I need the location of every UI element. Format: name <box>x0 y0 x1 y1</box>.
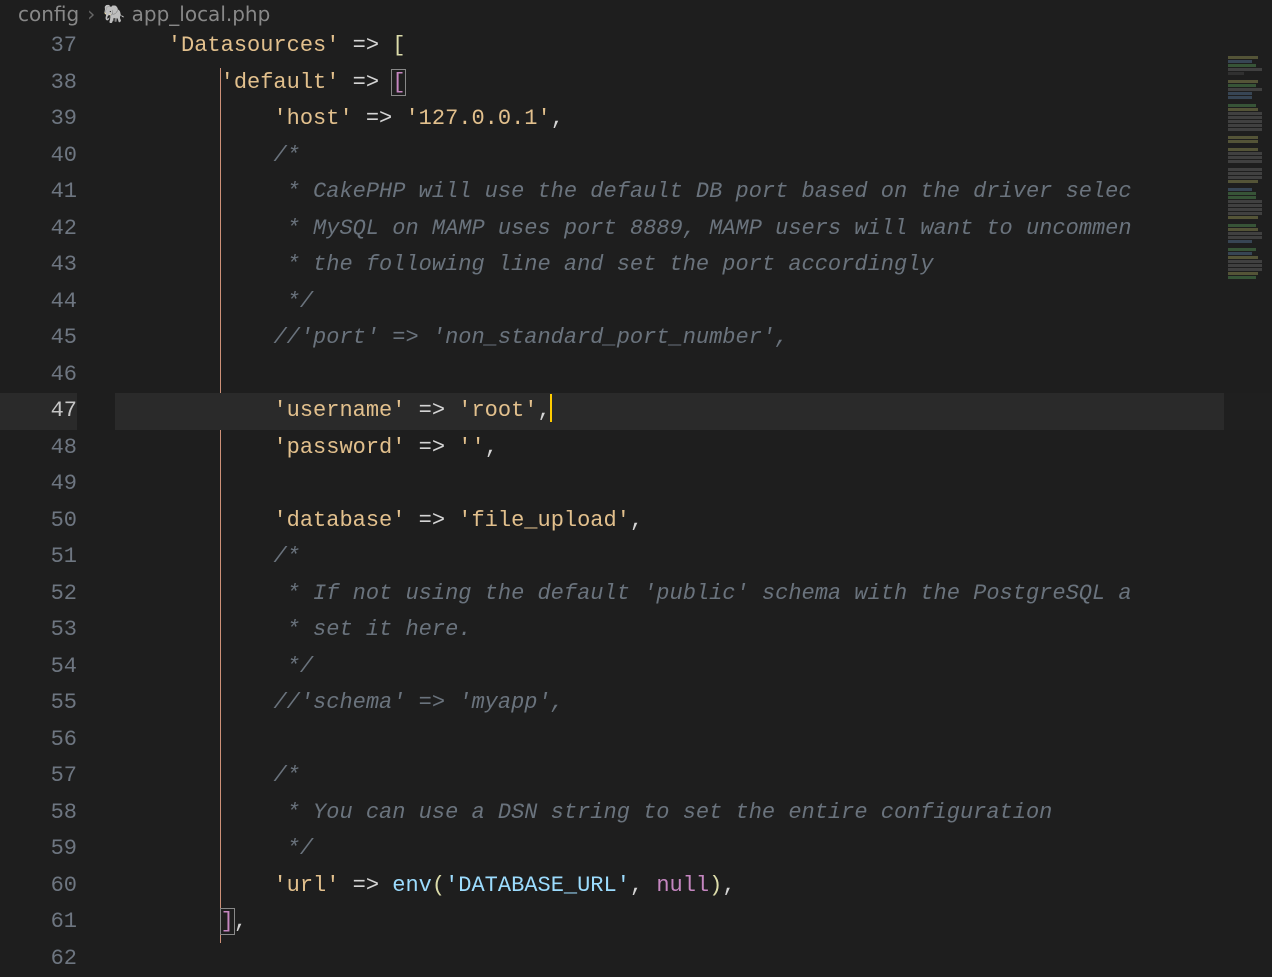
code-line[interactable]: 'Datasources' => [ <box>115 28 1272 65</box>
line-number[interactable]: 37 <box>0 28 77 65</box>
string-value: 'root' <box>458 398 537 423</box>
code-line-active[interactable]: 'username' => 'root', <box>115 393 1272 430</box>
code-line[interactable] <box>115 941 1272 961</box>
array-key: 'host' <box>273 106 352 131</box>
code-line[interactable]: */ <box>115 649 1272 686</box>
code-line[interactable]: //'schema' => 'myapp', <box>115 685 1272 722</box>
code-line[interactable]: /* <box>115 539 1272 576</box>
line-number[interactable]: 38 <box>0 65 77 102</box>
code-line[interactable] <box>115 357 1272 394</box>
comment: /* <box>273 763 299 788</box>
line-number[interactable]: 48 <box>0 430 77 467</box>
code-area[interactable]: 'Datasources' => [ 'default' => [ 'host'… <box>115 28 1272 960</box>
breadcrumb-folder[interactable]: config <box>18 2 79 26</box>
line-number[interactable]: 54 <box>0 649 77 686</box>
code-line[interactable]: /* <box>115 758 1272 795</box>
line-number[interactable]: 61 <box>0 904 77 941</box>
array-key: 'default' <box>221 70 340 95</box>
code-line[interactable] <box>115 466 1272 503</box>
line-number[interactable]: 51 <box>0 539 77 576</box>
line-number[interactable]: 53 <box>0 612 77 649</box>
minimap[interactable] <box>1224 56 1272 960</box>
breadcrumb[interactable]: config › 🐘 app_local.php <box>0 0 1272 28</box>
code-line[interactable] <box>115 722 1272 759</box>
array-key: 'password' <box>273 435 405 460</box>
line-number[interactable]: 44 <box>0 284 77 321</box>
line-number[interactable]: 60 <box>0 868 77 905</box>
line-number[interactable]: 59 <box>0 831 77 868</box>
line-number[interactable]: 47 <box>0 393 77 430</box>
comment: /* <box>273 143 299 168</box>
line-number[interactable]: 41 <box>0 174 77 211</box>
code-editor[interactable]: 3738394041424344454647484950515253545556… <box>0 28 1272 960</box>
comment: * CakePHP will use the default DB port b… <box>273 179 1131 204</box>
line-number[interactable]: 46 <box>0 357 77 394</box>
code-line[interactable]: 'default' => [ <box>115 65 1272 102</box>
comment: * If not using the default 'public' sche… <box>273 581 1131 606</box>
line-number[interactable]: 43 <box>0 247 77 284</box>
code-line[interactable]: ], <box>115 904 1272 941</box>
comment: //'schema' => 'myapp', <box>273 690 563 715</box>
php-file-icon: 🐘 <box>103 4 125 25</box>
breadcrumb-file[interactable]: app_local.php <box>132 2 271 26</box>
line-number[interactable]: 40 <box>0 138 77 175</box>
string-value: '' <box>458 435 484 460</box>
line-number[interactable]: 50 <box>0 503 77 540</box>
line-number-gutter[interactable]: 3738394041424344454647484950515253545556… <box>0 28 115 960</box>
string-value: 'file_upload' <box>458 508 630 533</box>
line-number[interactable]: 39 <box>0 101 77 138</box>
line-number[interactable]: 45 <box>0 320 77 357</box>
code-line[interactable]: * MySQL on MAMP uses port 8889, MAMP use… <box>115 211 1272 248</box>
array-key: 'database' <box>273 508 405 533</box>
code-line[interactable]: */ <box>115 831 1272 868</box>
code-line[interactable]: //'port' => 'non_standard_port_number', <box>115 320 1272 357</box>
code-line[interactable]: * set it here. <box>115 612 1272 649</box>
comment: */ <box>273 836 313 861</box>
code-line[interactable]: * the following line and set the port ac… <box>115 247 1272 284</box>
comment: */ <box>273 654 313 679</box>
breadcrumb-separator: › <box>87 2 95 26</box>
comment: * set it here. <box>273 617 471 642</box>
line-number[interactable]: 62 <box>0 941 77 977</box>
line-number[interactable]: 58 <box>0 795 77 832</box>
code-line[interactable]: /* <box>115 138 1272 175</box>
line-number[interactable]: 52 <box>0 576 77 613</box>
comment: * MySQL on MAMP uses port 8889, MAMP use… <box>273 216 1131 241</box>
string-value: '127.0.0.1' <box>405 106 550 131</box>
function-call: env <box>392 873 432 898</box>
code-line[interactable]: 'database' => 'file_upload', <box>115 503 1272 540</box>
code-line[interactable]: * If not using the default 'public' sche… <box>115 576 1272 613</box>
comment: */ <box>273 289 313 314</box>
code-line[interactable]: * CakePHP will use the default DB port b… <box>115 174 1272 211</box>
comment: /* <box>273 544 299 569</box>
code-line[interactable]: 'password' => '', <box>115 430 1272 467</box>
line-number[interactable]: 49 <box>0 466 77 503</box>
line-number[interactable]: 56 <box>0 722 77 759</box>
code-line[interactable]: */ <box>115 284 1272 321</box>
comment: //'port' => 'non_standard_port_number', <box>273 325 788 350</box>
comment: * the following line and set the port ac… <box>273 252 933 277</box>
code-line[interactable]: 'url' => env('DATABASE_URL', null), <box>115 868 1272 905</box>
line-number[interactable]: 42 <box>0 211 77 248</box>
line-number[interactable]: 57 <box>0 758 77 795</box>
code-line[interactable]: 'host' => '127.0.0.1', <box>115 101 1272 138</box>
text-cursor <box>550 394 552 422</box>
array-key: 'username' <box>273 398 405 423</box>
code-line[interactable]: * You can use a DSN string to set the en… <box>115 795 1272 832</box>
array-key: 'url' <box>273 873 339 898</box>
line-number[interactable]: 55 <box>0 685 77 722</box>
comment: * You can use a DSN string to set the en… <box>273 800 1052 825</box>
array-key: 'Datasources' <box>168 33 340 58</box>
